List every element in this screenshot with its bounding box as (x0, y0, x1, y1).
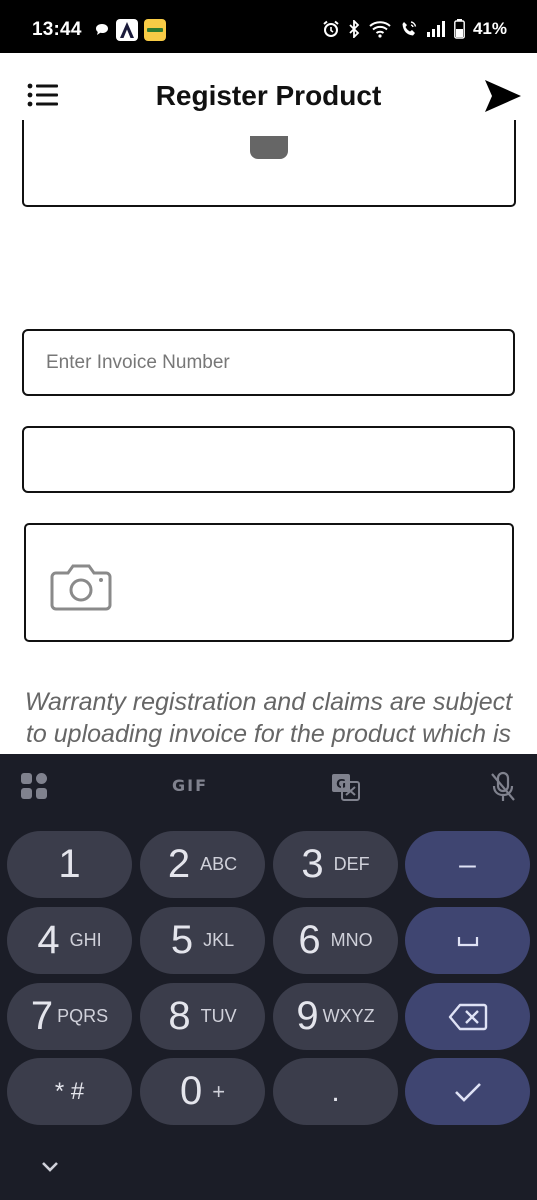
checkmark-icon (454, 1082, 481, 1102)
chevron-down-icon[interactable] (38, 1157, 62, 1175)
space-icon (457, 936, 478, 946)
bluetooth-icon (349, 20, 360, 38)
warranty-note-line: Warranty registration and claims are sub… (24, 688, 513, 716)
numeric-keyboard: GIF G (0, 754, 537, 1200)
key-5[interactable]: 5 JKL (140, 907, 265, 974)
blinkit-icon (144, 19, 166, 41)
keyboard-toolbar: GIF G (0, 754, 537, 820)
alarm-icon (323, 20, 339, 37)
translate-icon[interactable]: G (331, 773, 361, 801)
key-4-letters: GHI (69, 930, 102, 950)
key-2-digit: 2 (167, 842, 191, 886)
symbols-key[interactable]: * # (7, 1058, 132, 1125)
backspace-key[interactable] (405, 983, 530, 1050)
gif-button[interactable]: GIF (172, 776, 208, 795)
key-5-digit: 5 (170, 918, 194, 962)
product-image (250, 136, 288, 159)
page-title: Register Product (155, 80, 382, 111)
key-8-digit: 8 (168, 994, 191, 1038)
dot-key-label: . (331, 1074, 340, 1108)
key-6[interactable]: 6 MNO (273, 907, 398, 974)
key-4-digit: 4 (37, 918, 60, 962)
key-0[interactable]: 0 + (140, 1058, 265, 1125)
key-9[interactable]: 9 WXYZ (273, 983, 398, 1050)
grid-apps-icon[interactable] (20, 772, 48, 800)
minus-key[interactable]: – (405, 831, 530, 898)
key-6-digit: 6 (298, 918, 321, 962)
mic-off-icon[interactable] (489, 771, 517, 803)
key-3[interactable]: 3 DEF (273, 831, 398, 898)
battery-icon (454, 19, 465, 39)
send-icon[interactable] (483, 78, 523, 114)
key-0-digit: 0 (179, 1069, 203, 1113)
app-a-icon (116, 19, 138, 41)
signal-icon (426, 21, 445, 37)
minus-key-label: – (459, 847, 476, 881)
key-2[interactable]: 2 ABC (140, 831, 265, 898)
key-5-letters: JKL (203, 930, 235, 950)
key-8-letters: TUV (200, 1006, 237, 1026)
key-3-letters: DEF (333, 854, 370, 874)
warranty-note-line: to uploading invoice for the product whi… (25, 720, 511, 748)
key-7[interactable]: 7 PQRS (7, 983, 132, 1050)
wifi-calling-icon (402, 21, 417, 36)
invoice-upload-box[interactable] (24, 523, 514, 642)
status-time: 13:44 (32, 19, 82, 40)
dot-key[interactable]: . (273, 1058, 398, 1125)
key-0-plus: + (212, 1078, 226, 1104)
status-bar: 13:44 41% (0, 0, 537, 53)
battery-percent: 41% (472, 19, 507, 38)
warranty-note: Warranty registration and claims are sub… (0, 686, 537, 750)
symbols-key-label: * # (54, 1077, 85, 1105)
key-9-digit: 9 (296, 994, 319, 1038)
backspace-icon (448, 1003, 487, 1030)
done-key[interactable] (405, 1058, 530, 1125)
key-1-digit: 1 (58, 842, 81, 886)
key-9-letters: WXYZ (322, 1006, 375, 1026)
second-input-field[interactable] (22, 426, 515, 493)
product-image-box[interactable] (22, 120, 516, 207)
key-7-digit: 7 (30, 994, 54, 1038)
wifi-icon (369, 21, 391, 38)
key-4[interactable]: 4 GHI (7, 907, 132, 974)
chat-bubble-icon (96, 24, 108, 35)
key-6-letters: MNO (330, 930, 373, 950)
space-key[interactable] (405, 907, 530, 974)
key-8[interactable]: 8 TUV (140, 983, 265, 1050)
key-2-letters: ABC (200, 854, 238, 874)
invoice-number-input[interactable] (22, 329, 515, 396)
key-1[interactable]: 1 (7, 831, 132, 898)
key-3-digit: 3 (301, 842, 324, 886)
key-7-letters: PQRS (57, 1006, 109, 1026)
camera-icon (50, 564, 112, 611)
